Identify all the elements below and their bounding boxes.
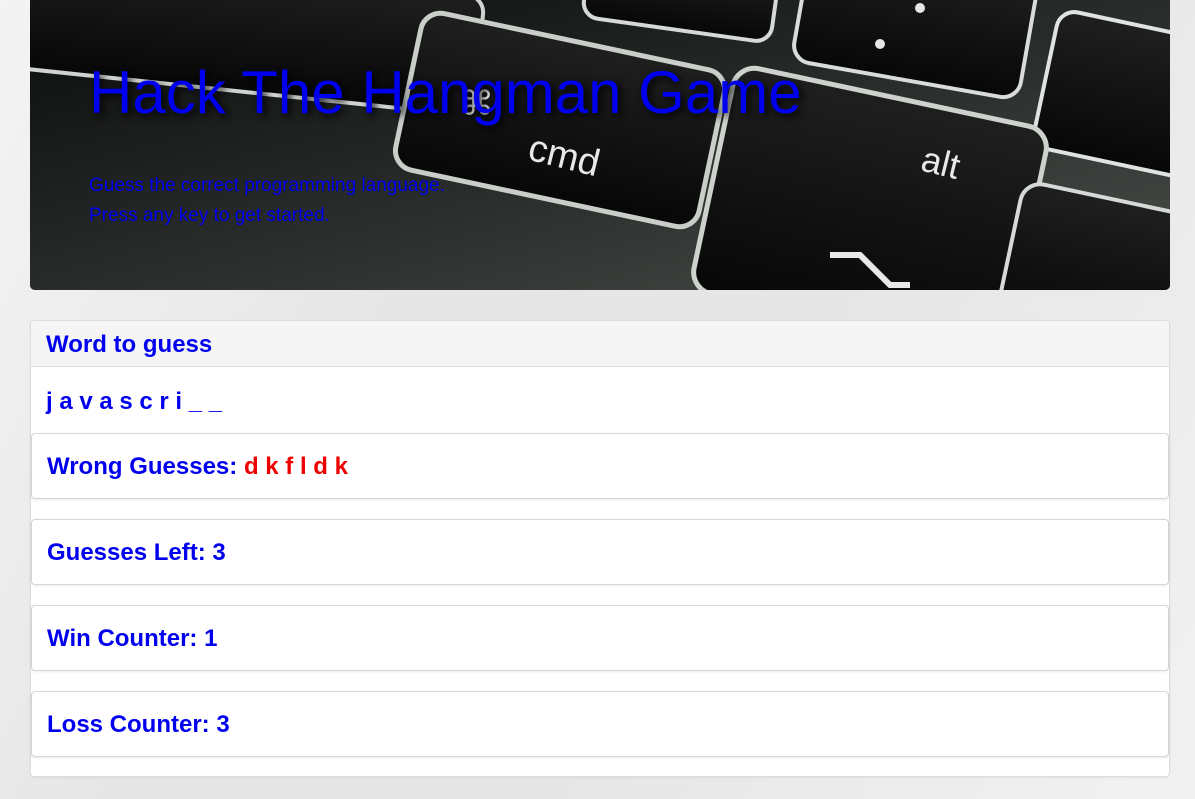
loss-counter-value: 3 bbox=[216, 711, 230, 738]
loss-counter-label: Loss Counter: bbox=[47, 711, 210, 738]
win-counter: Win Counter: 1 bbox=[47, 625, 217, 653]
wrong-guesses: Wrong Guesses: d k f l d k bbox=[47, 453, 348, 481]
guesses-left-box: Guesses Left: 3 bbox=[31, 519, 1169, 585]
game-panel: Word to guess j a v a s c r i _ _ Wrong … bbox=[30, 320, 1170, 777]
win-counter-value: 1 bbox=[204, 625, 218, 652]
word-to-guess: j a v a s c r i _ _ bbox=[46, 388, 223, 415]
guesses-left-label: Guesses Left: bbox=[47, 539, 206, 566]
panel-heading: Word to guess bbox=[31, 321, 1169, 367]
instruction-line-1: Guess the correct programming language. bbox=[89, 175, 445, 196]
instruction-line-2: Press any key to get started. bbox=[89, 205, 330, 226]
wrong-guesses-label: Wrong Guesses: bbox=[47, 453, 238, 480]
wrong-guesses-box: Wrong Guesses: d k f l d k bbox=[31, 433, 1169, 499]
wrong-guesses-letters: d k f l d k bbox=[243, 453, 348, 480]
keyboard-background-image: cmd ⌘ alt bbox=[30, 0, 1170, 290]
header-banner: cmd ⌘ alt Hack The Hangman Game Guess th… bbox=[30, 0, 1170, 290]
loss-counter-box: Loss Counter: 3 bbox=[31, 691, 1169, 757]
instructions: Guess the correct programming language. … bbox=[89, 171, 445, 231]
win-counter-box: Win Counter: 1 bbox=[31, 605, 1169, 671]
win-counter-label: Win Counter: bbox=[47, 625, 198, 652]
guesses-left-value: 3 bbox=[212, 539, 226, 566]
loss-counter: Loss Counter: 3 bbox=[47, 711, 230, 739]
guesses-left: Guesses Left: 3 bbox=[47, 539, 226, 567]
page-title: Hack The Hangman Game bbox=[89, 59, 802, 126]
